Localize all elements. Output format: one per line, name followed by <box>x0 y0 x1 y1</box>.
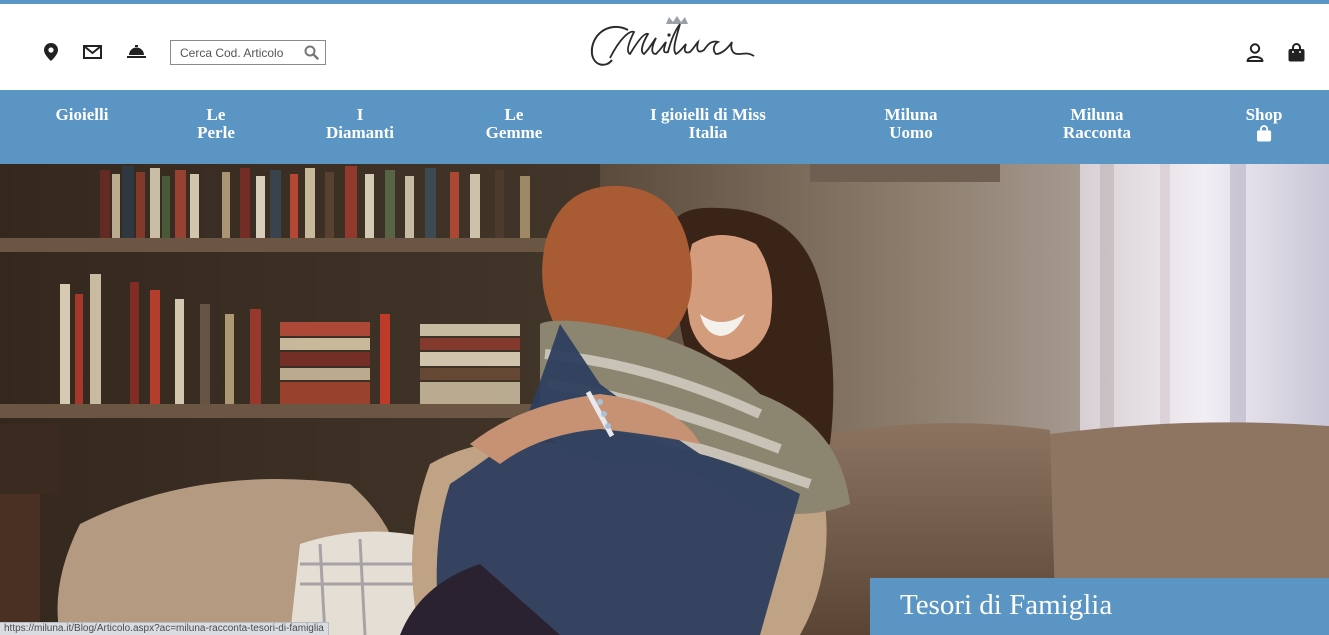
nav-item-miss-italia[interactable]: I gioielli di Miss Italia <box>650 106 766 142</box>
main-navigation: Gioielli Le Perle I Diamanti Le Gemme I gio… <box>0 90 1329 164</box>
browser-status-bar-url: https://miluna.it/Blog/Articolo.aspx?ac=… <box>0 622 329 635</box>
envelope-icon[interactable] <box>82 42 102 62</box>
hero-caption-title[interactable]: Tesori di Famiglia <box>900 589 1112 622</box>
site-logo[interactable] <box>588 14 760 72</box>
nav-item-le-perle[interactable]: Le Perle <box>197 106 235 142</box>
nav-item-miluna-uomo[interactable]: Miluna Uomo <box>885 106 938 142</box>
page: Gioielli LePerle IDiamanti LeGemme I gio… <box>0 0 1329 635</box>
user-icon[interactable] <box>1245 42 1265 62</box>
hero-image[interactable] <box>0 164 1329 635</box>
search-icon[interactable] <box>304 45 319 60</box>
nav-item-miluna-racconta[interactable]: Miluna Racconta <box>1063 106 1131 142</box>
shop-bag-icon <box>1246 125 1283 142</box>
hero-caption[interactable]: Tesori di Famiglia <box>870 578 1329 635</box>
nav-item-shop[interactable]: Shop <box>1246 106 1283 142</box>
site-header <box>0 4 1329 90</box>
shopping-bag-icon[interactable] <box>1286 42 1306 62</box>
nav-item-i-diamanti[interactable]: I Diamanti <box>326 106 394 142</box>
map-pin-icon[interactable] <box>41 42 61 62</box>
nav-item-le-gemme[interactable]: Le Gemme <box>486 106 543 142</box>
search-box <box>170 40 326 65</box>
service-bell-icon[interactable] <box>126 42 146 62</box>
nav-item-gioielli[interactable]: Gioielli <box>56 106 109 124</box>
search-input[interactable] <box>180 45 308 60</box>
